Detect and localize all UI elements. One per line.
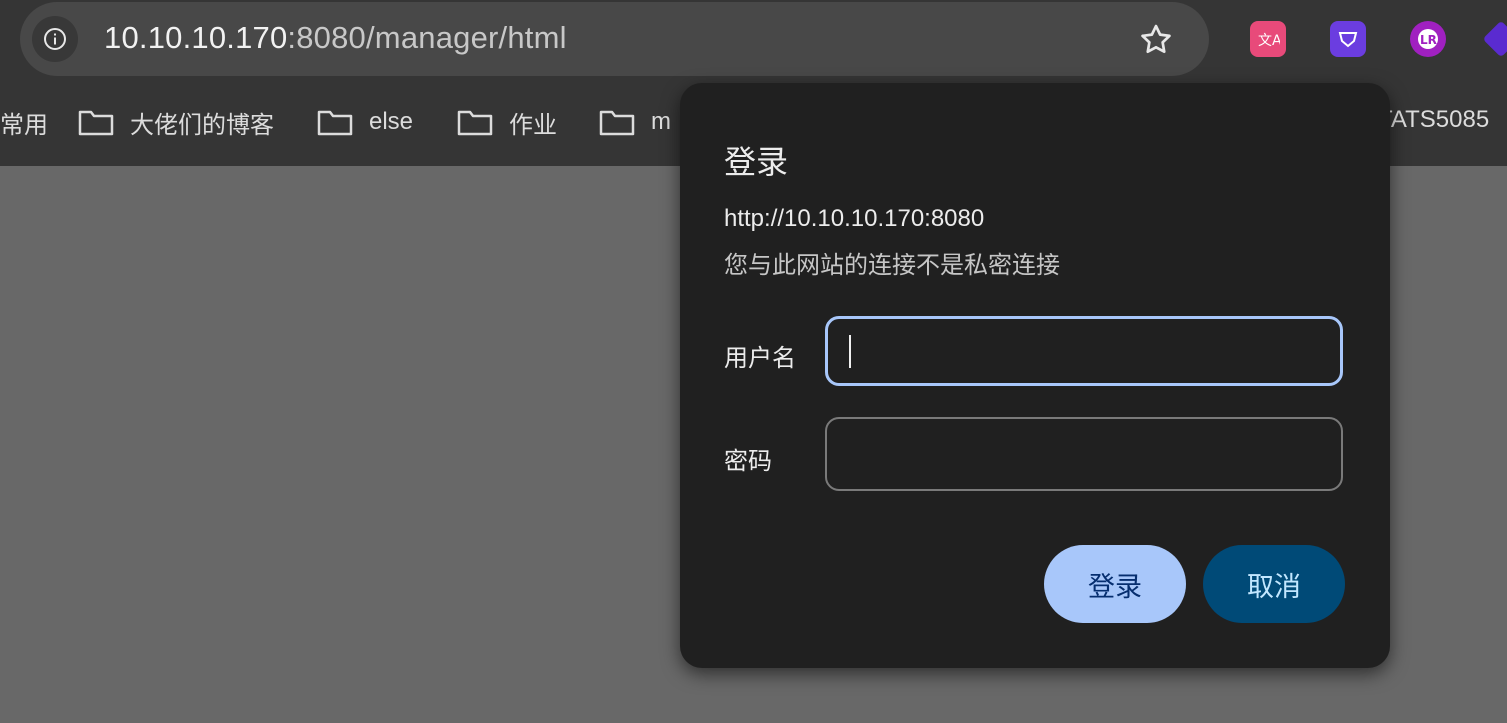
dialog-title: 登录 [724,144,789,180]
site-info-button[interactable] [32,16,78,62]
password-input[interactable] [827,419,1341,489]
login-button[interactable]: 登录 [1044,545,1186,623]
svg-text:LR: LR [1420,33,1437,47]
password-field[interactable] [825,417,1343,491]
http-auth-dialog: 登录 http://10.10.10.170:8080 您与此网站的连接不是私密… [680,83,1390,668]
dialog-warning: 您与此网站的连接不是私密连接 [724,252,1060,279]
folder-icon [599,110,635,136]
translate-extension-icon[interactable]: 文A [1250,21,1286,57]
star-icon[interactable] [1137,21,1175,59]
bookmark-folder[interactable]: 大佬们的博客 [78,98,274,146]
text-caret [849,335,851,368]
bookmark-label: m [651,108,671,135]
dialog-origin: http://10.10.10.170:8080 [724,205,985,232]
bookmark-item[interactable]: 常用 [0,98,48,146]
info-icon [44,28,66,50]
cancel-button[interactable]: 取消 [1203,545,1345,623]
bookmark-label: 作业 [509,111,557,139]
bookmark-label: else [369,108,414,135]
lr-extension-icon[interactable]: LR [1410,21,1446,57]
bookmark-label: 大佬们的博客 [130,111,274,139]
folder-icon [457,110,493,136]
diamond-extension-icon[interactable] [1482,20,1507,58]
address-bar[interactable]: 10.10.10.170:8080/manager/html [20,2,1209,76]
purple-extension-icon[interactable] [1330,21,1366,57]
url-host: 10.10.10.170 [104,20,288,55]
bookmark-folder[interactable]: 作业 [457,98,557,146]
url-text[interactable]: 10.10.10.170:8080/manager/html [104,20,567,56]
username-label: 用户名 [724,345,796,372]
username-input[interactable] [828,319,1340,383]
folder-icon [78,110,114,136]
svg-text:文A: 文A [1258,33,1280,49]
bookmark-label: 常用 [0,111,48,139]
password-label: 密码 [724,448,772,475]
bookmark-folder[interactable]: m [599,98,671,146]
username-field[interactable] [825,316,1343,386]
url-path: :8080/manager/html [287,20,567,55]
folder-icon [317,110,353,136]
bookmark-folder[interactable]: else [317,98,413,146]
